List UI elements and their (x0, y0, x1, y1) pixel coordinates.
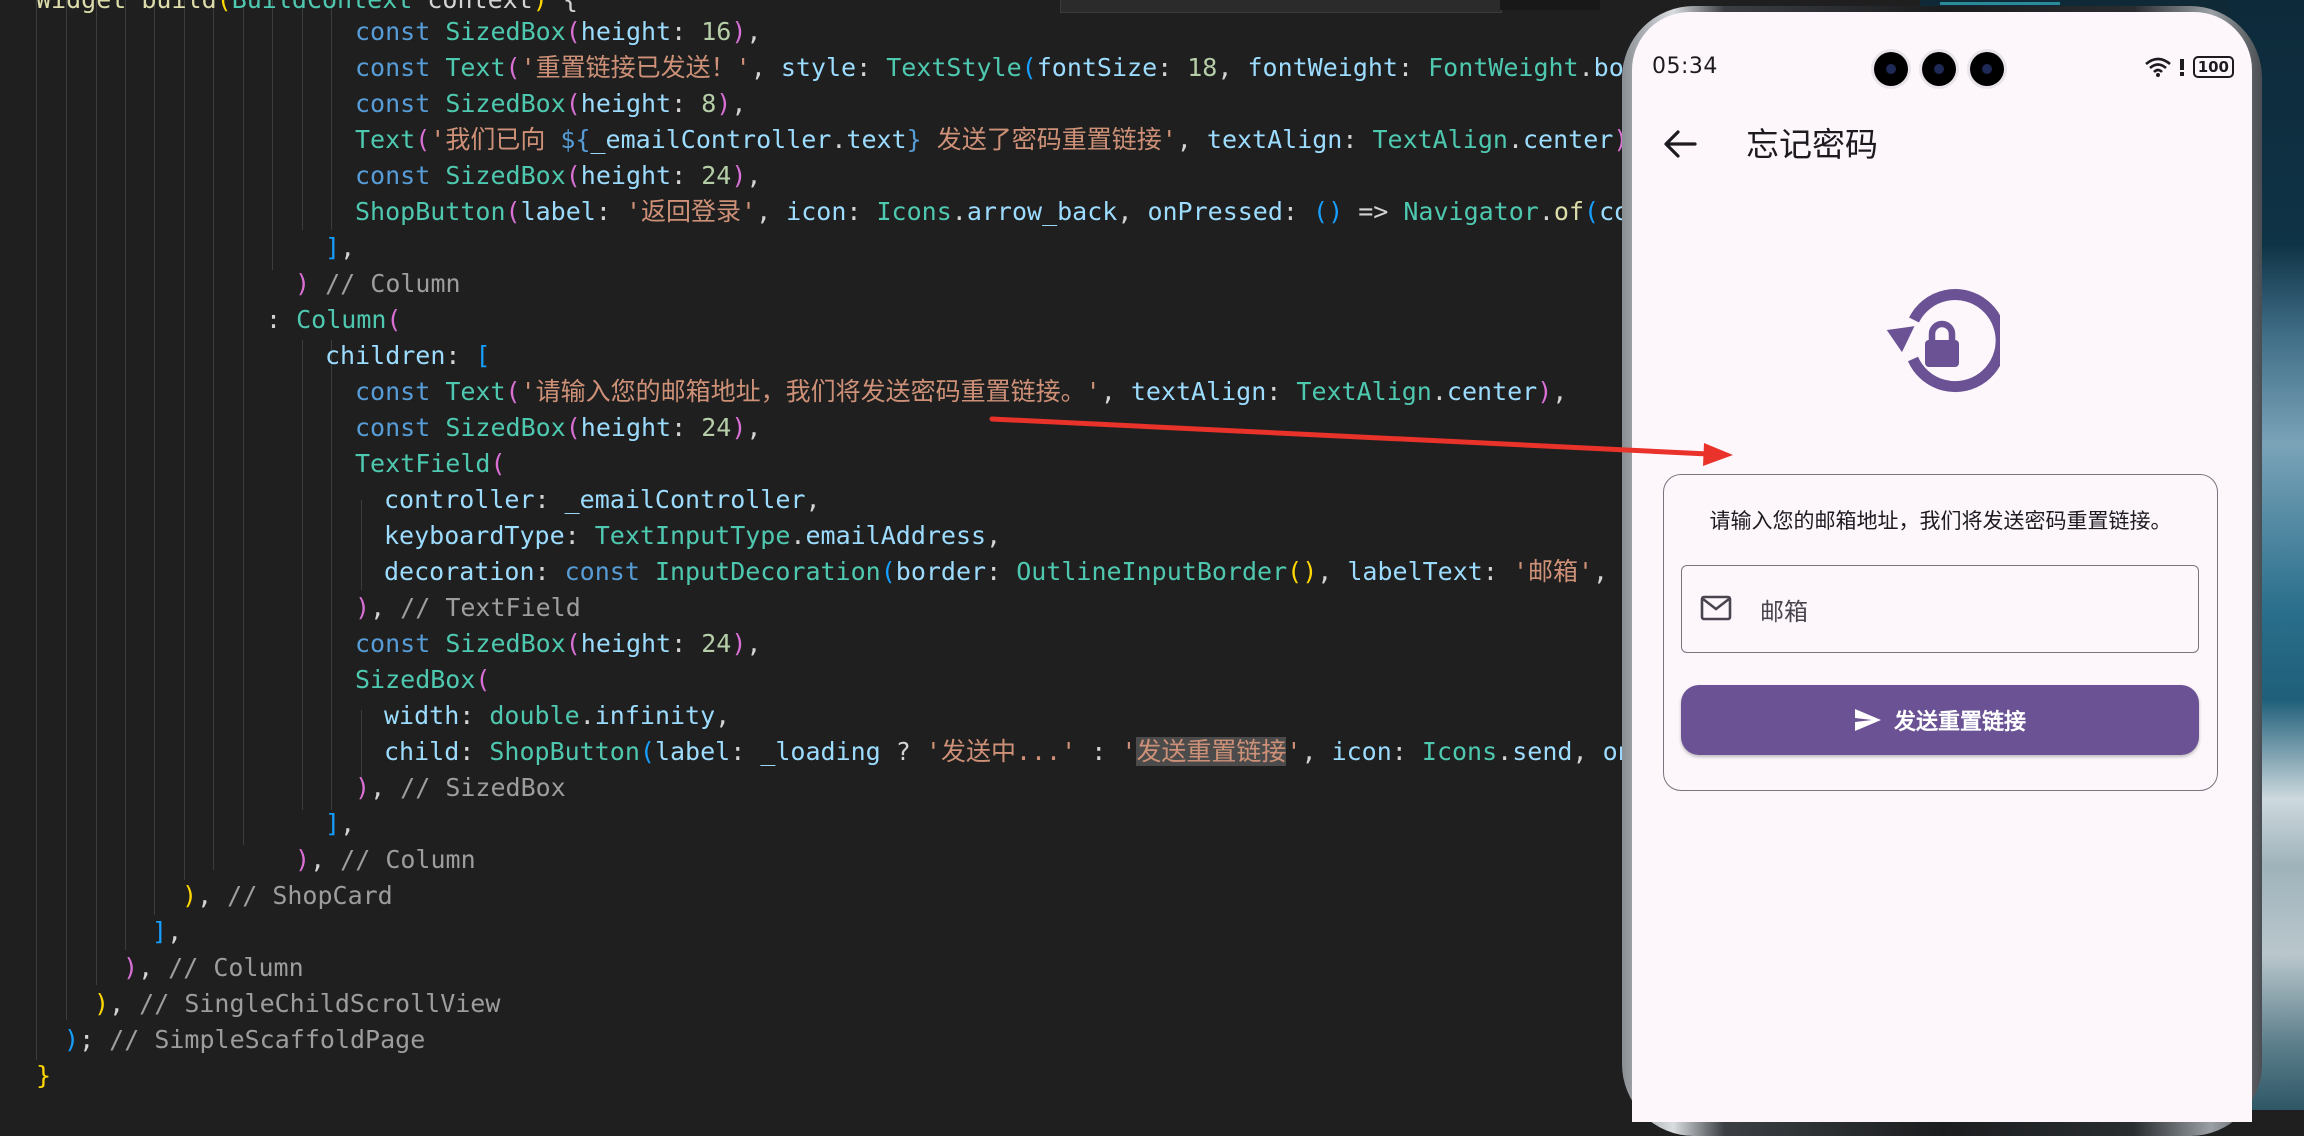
annotation-arrow (989, 416, 1733, 466)
